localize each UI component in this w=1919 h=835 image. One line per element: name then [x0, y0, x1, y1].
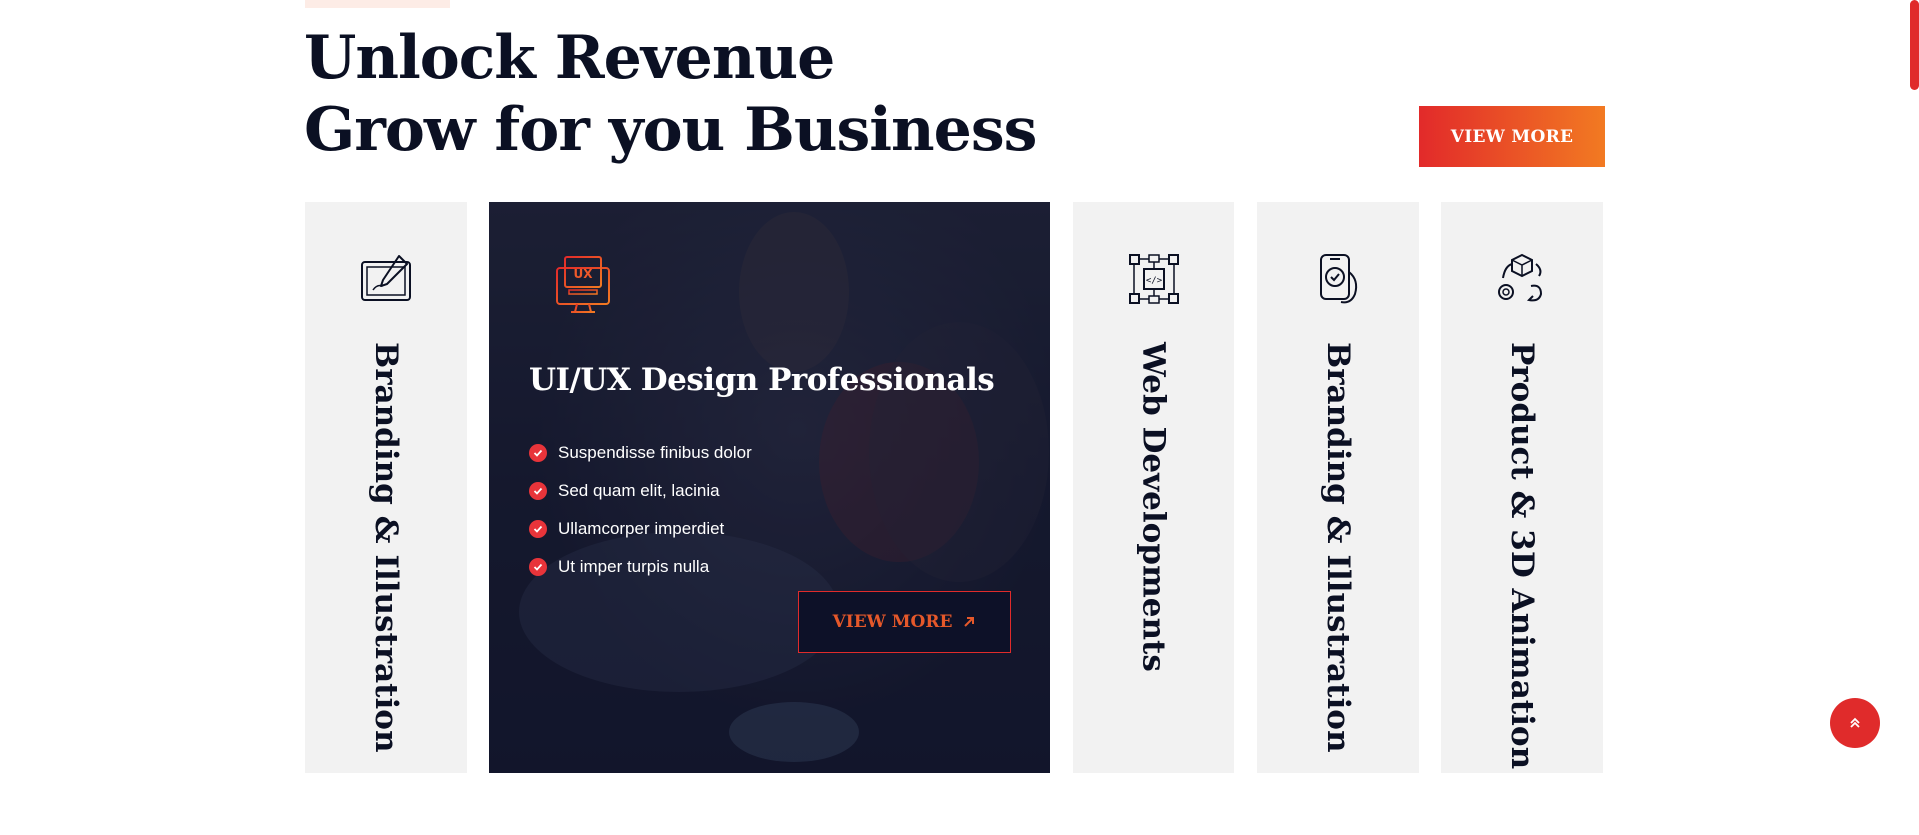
- ux-icon-text: UX: [574, 267, 594, 281]
- double-chevron-up-icon: [1850, 717, 1860, 728]
- feature-item: Sed quam elit, lacinia: [529, 472, 752, 510]
- svg-text:</>: </>: [1145, 276, 1162, 286]
- heading-line-1: Unlock Revenue: [304, 23, 835, 93]
- service-label: Product & 3D Animation: [1504, 342, 1540, 770]
- view-more-button[interactable]: VIEW MORE: [1419, 106, 1605, 167]
- box-cycle-icon: [1498, 253, 1543, 302]
- arrow-up-right-icon: [964, 617, 975, 627]
- feature-text: Ullamcorper imperdiet: [558, 519, 725, 538]
- phone-check-icon: [1320, 254, 1358, 304]
- feature-item: Ut imper turpis nulla: [529, 548, 752, 586]
- feature-item: Suspendisse finibus dolor: [529, 434, 752, 472]
- active-service-title: UI/UX Design Professionals: [529, 362, 995, 398]
- service-card-branding-2[interactable]: Branding & Illustration: [1257, 202, 1419, 773]
- check-circle-icon: [529, 558, 547, 576]
- feature-item: Ullamcorper imperdiet: [529, 510, 752, 548]
- service-card-3d-animation[interactable]: Product & 3D Animation: [1441, 202, 1603, 773]
- code-network-icon: </>: [1128, 254, 1179, 304]
- service-label: Web Developments: [1135, 342, 1172, 672]
- section-heading: Unlock Revenue Grow for you Business: [304, 22, 1037, 166]
- service-card-branding[interactable]: Branding & Illustration: [305, 202, 467, 773]
- back-to-top-button[interactable]: [1830, 698, 1880, 748]
- section-tag-bar: [305, 0, 450, 8]
- service-label: Branding & Illustration: [1320, 342, 1356, 753]
- service-label: Branding & Illustration: [368, 342, 404, 753]
- service-card-uiux-active[interactable]: UX UI/UX Design Professionals Suspendiss…: [489, 202, 1050, 773]
- feature-text: Suspendisse finibus dolor: [558, 443, 752, 462]
- feature-text: Sed quam elit, lacinia: [558, 481, 720, 500]
- check-circle-icon: [529, 482, 547, 500]
- check-circle-icon: [529, 444, 547, 462]
- check-circle-icon: [529, 520, 547, 538]
- service-card-web-dev[interactable]: </> Web Developments: [1073, 202, 1234, 773]
- ux-monitor-icon: UX: [556, 256, 610, 313]
- drawing-tablet-icon: [361, 255, 411, 301]
- feature-list: Suspendisse finibus dolor Sed quam elit,…: [529, 434, 752, 586]
- scrollbar-thumb[interactable]: [1910, 0, 1919, 90]
- active-view-more-button[interactable]: VIEW MORE: [798, 591, 1011, 653]
- active-view-more-label: VIEW MORE: [832, 612, 953, 632]
- feature-text: Ut imper turpis nulla: [558, 557, 710, 576]
- heading-line-2: Grow for you Business: [304, 95, 1037, 165]
